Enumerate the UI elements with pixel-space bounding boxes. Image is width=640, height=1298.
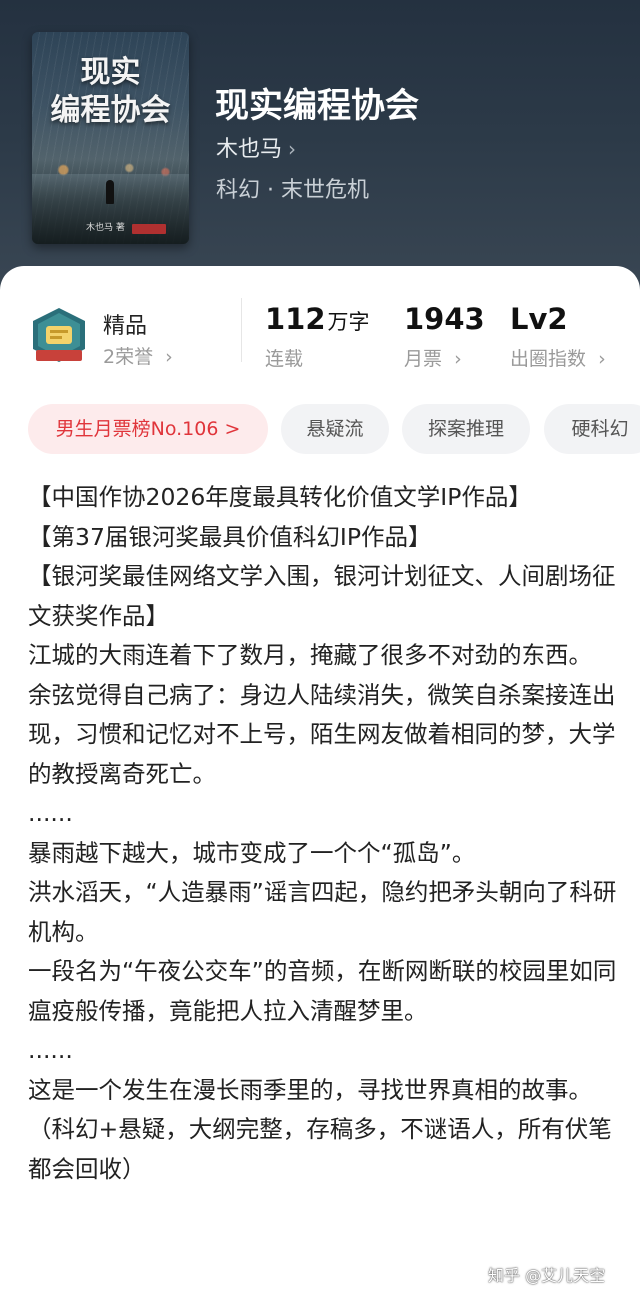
chevron-right-icon: › [454, 348, 462, 370]
synopsis-line: 一段名为“午夜公交车”的音频，在断网断联的校园里如同瘟疫般传播，竟能把人拉入清醒… [28, 957, 617, 1025]
monthly-votes-value: 1943 [404, 302, 485, 336]
cover-author: 木也马 著 [86, 223, 125, 233]
word-count: 112万字 [265, 302, 370, 336]
chevron-right-icon: › [165, 346, 173, 368]
monthly-votes-link[interactable]: 月票 › [404, 344, 462, 371]
rank-tag[interactable]: 男生月票榜No.106 > [28, 404, 268, 454]
honors-text: 2荣誉 [103, 346, 154, 368]
cover-title: 现实 编程协会 [50, 55, 171, 128]
synopsis-line: ...... [28, 1036, 73, 1064]
serial-status: 连载 [265, 348, 304, 370]
tag-hard-scifi[interactable]: 硬科幻 [544, 404, 640, 454]
synopsis-line: 江城的大雨连着下了数月，掩藏了很多不对劲的东西。 [28, 641, 592, 669]
level-value: Lv2 [510, 302, 568, 336]
popularity-index-link[interactable]: 出圈指数 › [510, 344, 606, 371]
stats-divider [241, 298, 242, 362]
synopsis-line: 【银河奖最佳网络文学入围，银河计划征文、人间剧场征文获奖作品】 [28, 562, 616, 630]
tag-detective[interactable]: 探案推理 [402, 404, 530, 454]
chevron-right-icon: › [288, 137, 297, 161]
synopsis-line: ...... [28, 799, 73, 827]
quality-badge-icon [33, 308, 85, 362]
book-detail-card: 精品 2荣誉 › 112万字 连载 1943 月票 › Lv2 出圈指数 › 男… [0, 266, 640, 1298]
author-name: 木也马 [216, 137, 283, 162]
author-link[interactable]: 木也马 › [216, 131, 296, 163]
book-title: 现实编程协会 [215, 86, 419, 126]
word-count-value: 112 [265, 302, 326, 336]
monthly-votes-label: 月票 [404, 348, 443, 370]
cover-figure [106, 180, 114, 204]
tag-suspense[interactable]: 悬疑流 [281, 404, 389, 454]
word-count-unit: 万字 [327, 310, 370, 334]
book-genre: 科幻 · 末世危机 [216, 178, 369, 203]
book-cover-image[interactable]: 现实 编程协会 木也马 著 [32, 32, 189, 244]
synopsis-line: 【第37届银河奖最具价值科幻IP作品】 [28, 522, 432, 551]
synopsis-line: 洪水滔天，“人造暴雨”谣言四起，隐约把矛头朝向了科研机构。 [28, 878, 617, 946]
popularity-index-label: 出圈指数 [510, 348, 587, 370]
cover-publisher-badge [132, 224, 166, 234]
honors-link[interactable]: 2荣誉 › [103, 342, 173, 369]
synopsis-line: 暴雨越下越大，城市变成了一个个“孤岛”。 [28, 838, 476, 867]
book-header: 现实 编程协会 木也马 著 现实编程协会 木也马 › 科幻 · 末世危机 [0, 0, 640, 300]
synopsis-line: 这是一个发生在漫长雨季里的，寻找世界真相的故事。 [28, 1075, 592, 1104]
synopsis-line: 【中国作协2026年度最具转化价值文学IP作品】 [28, 483, 532, 511]
chevron-right-icon: › [598, 348, 606, 370]
synopsis: 【中国作协2026年度最具转化价值文学IP作品】 【第37届银河奖最具价值科幻I… [28, 478, 618, 1189]
synopsis-line: （科幻+悬疑，大纲完整，存稿多，不谜语人，所有伏笔都会回收） [28, 1115, 612, 1183]
quality-label: 精品 [103, 314, 148, 339]
synopsis-line: 余弦觉得自己病了：身边人陆续消失，微笑自杀案接连出现，习惯和记忆对不上号，陌生网… [28, 680, 616, 788]
watermark: 知乎 @艾儿天空 [488, 1266, 606, 1285]
